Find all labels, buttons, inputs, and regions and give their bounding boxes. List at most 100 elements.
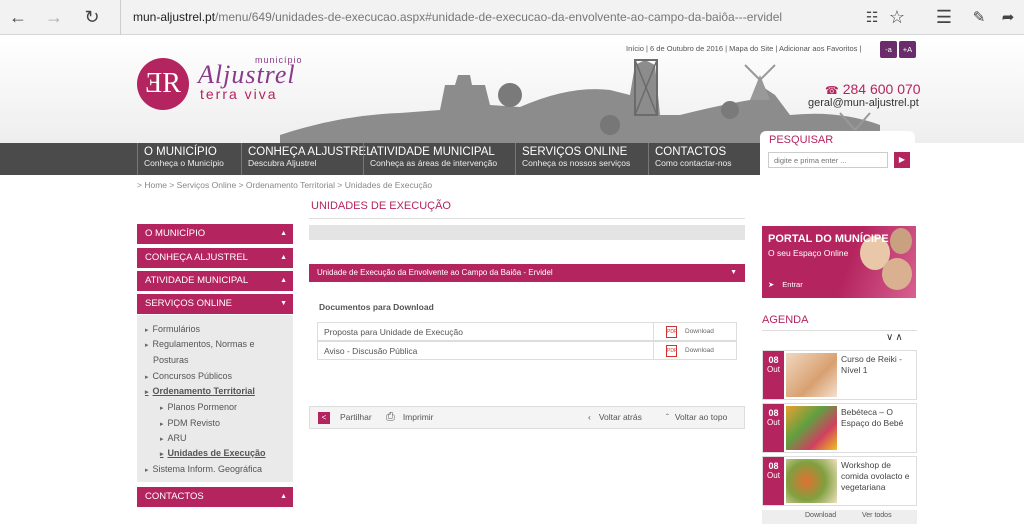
agenda-event[interactable]: 08 Out Workshop de comida ovolacto e vege…	[762, 456, 917, 506]
sidebar-link-aru[interactable]: ▸ ARU	[160, 433, 187, 443]
nav-item-municipio[interactable]: O MUNICÍPIO Conheça o Município	[137, 143, 240, 175]
sidebar-item-servicos[interactable]: SERVIÇOS ONLINE ▼	[137, 294, 293, 314]
back-label: Voltar atrás	[598, 412, 642, 422]
nav-item-servicos[interactable]: SERVIÇOS ONLINE Conheça os nossos serviço…	[515, 143, 647, 175]
back-arrow-icon[interactable]: ←	[6, 6, 30, 28]
agenda-divider	[762, 330, 917, 331]
forward-arrow-icon[interactable]: →	[42, 6, 66, 28]
sidebar-link-pdm[interactable]: ▸ PDM Revisto	[160, 418, 220, 428]
logo-tagline: terra viva	[200, 86, 278, 102]
printer-icon: ⎙	[386, 411, 395, 423]
refresh-icon[interactable]: ↻	[80, 6, 104, 28]
event-title: Workshop de comida ovolacto e vegetarian…	[841, 460, 910, 492]
nav-title: CONTACTOS	[655, 146, 727, 158]
agenda-download-link[interactable]: Download	[805, 512, 836, 519]
event-date: 08 Out	[763, 404, 784, 452]
nav-subtitle: Conheça as áreas de intervenção	[370, 158, 498, 168]
sidebar-link-unidades[interactable]: ▸ Unidades de Execução	[160, 448, 266, 458]
reading-view-icon[interactable]: ☷	[860, 6, 884, 28]
chevron-down-icon[interactable]: ∨	[886, 332, 895, 343]
sidebar-item-label: CONHEÇA ALJUSTREL	[145, 252, 248, 263]
print-label: Imprimir	[402, 412, 434, 422]
decrease-font-button[interactable]: -a	[880, 41, 897, 58]
agenda-see-all-link[interactable]: Ver todos	[862, 512, 892, 519]
phone-contact: ☎ 284 600 070	[825, 81, 921, 97]
download-label: Download	[685, 328, 714, 335]
search-title: PESQUISAR	[769, 134, 834, 146]
document-name[interactable]: Proposta para Unidade de Execução	[324, 327, 463, 337]
event-day: 08	[768, 461, 779, 471]
document-name[interactable]: Aviso - Discusão Pública	[324, 346, 417, 356]
portal-subtitle: O seu Espaço Online	[768, 248, 849, 258]
portal-munícipe-banner[interactable]: PORTAL DO MUNÍCIPE O seu Espaço Online ➤…	[762, 226, 916, 298]
bullet-icon: ▸	[145, 374, 149, 381]
documents-heading: Documentos para Download	[319, 302, 434, 312]
breadcrumb[interactable]: > Home > Serviços Online > Ordenamento T…	[137, 180, 432, 190]
portal-enter[interactable]: ➤ Entrar	[768, 280, 803, 289]
increase-font-button[interactable]: +A	[899, 41, 916, 58]
download-label: Download	[685, 347, 714, 354]
sidebar-item-atividade[interactable]: ATIVIDADE MUNICIPAL ▲	[137, 271, 293, 291]
sidebar-link-label: Unidades de Execução	[167, 448, 266, 458]
title-divider	[309, 218, 745, 219]
share-label: Partilhar	[340, 412, 372, 422]
sidebar-item-label: ATIVIDADE MUNICIPAL	[145, 275, 249, 286]
search-submit-icon[interactable]: ▶	[894, 152, 910, 168]
share-button[interactable]: < Partilhar	[318, 407, 372, 428]
nav-title: SERVIÇOS ONLINE	[522, 146, 628, 158]
download-link[interactable]: PDF Download	[653, 323, 738, 340]
agenda-nav: ∨∧	[886, 332, 905, 343]
event-date: 08 Out	[763, 351, 784, 399]
event-title: Bebéteca – O Espaço do Bebé	[841, 407, 904, 428]
sidebar-item-conheca[interactable]: CONHEÇA ALJUSTREL ▲	[137, 248, 293, 268]
back-to-top-button[interactable]: ˆ Voltar ao topo	[666, 407, 727, 428]
portal-enter-label: Entrar	[782, 280, 803, 289]
chevron-up-icon[interactable]: ∧	[895, 332, 904, 343]
bullet-icon: ▸	[160, 451, 164, 458]
sidebar-link-sig[interactable]: ▸ Sistema Inform. Geográfica	[145, 464, 262, 474]
sidebar-link-label: Regulamentos, Normas e	[152, 339, 255, 349]
back-button[interactable]: ‹ Voltar atrás	[588, 407, 642, 428]
document-row: Proposta para Unidade de Execução PDF Dow…	[317, 322, 737, 341]
content-bar	[309, 225, 745, 240]
sidebar-link-regulamentos[interactable]: ▸ Regulamentos, Normas e	[145, 339, 255, 349]
logo-emblem-icon[interactable]: ƎR	[137, 58, 189, 110]
agenda-event[interactable]: 08 Out Bebéteca – O Espaço do Bebé	[762, 403, 917, 453]
nav-item-contactos[interactable]: CONTACTOS Como contactar-nos	[648, 143, 758, 175]
top-utility-links[interactable]: Início | 6 de Outubro de 2016 | Mapa do …	[626, 44, 861, 53]
web-note-icon[interactable]: ✎	[967, 6, 991, 28]
address-bar[interactable]: mun-aljustrel.pt/menu/649/unidades-de-ex…	[120, 0, 840, 35]
sidebar-item-contactos[interactable]: CONTACTOS ▲	[137, 487, 293, 507]
share-icon: <	[318, 412, 330, 424]
sidebar-link-planos[interactable]: ▸ Planos Pormenor	[160, 402, 237, 412]
nav-item-conheca[interactable]: CONHEÇA ALJUSTREL Descubra Aljustrel	[241, 143, 373, 175]
phone-icon: ☎	[825, 85, 839, 97]
sidebar-item-municipio[interactable]: O MUNICÍPIO ▲	[137, 224, 293, 244]
sidebar-link-ordenamento[interactable]: ▸ Ordenamento Territorial	[145, 386, 255, 396]
agenda-footer: Download Ver todos	[762, 510, 917, 524]
sidebar-link-concursos[interactable]: ▸ Concursos Públicos	[145, 371, 232, 381]
email-contact[interactable]: geral@mun-aljustrel.pt	[808, 97, 919, 109]
pdf-icon: PDF	[666, 345, 677, 357]
nav-title: ATIVIDADE MUNICIPAL	[370, 146, 495, 158]
sidebar-item-label: CONTACTOS	[145, 491, 204, 502]
page-actions-bar: < Partilhar ⎙ Imprimir ‹ Voltar atrás ˆ Volt…	[309, 406, 745, 429]
hub-menu-icon[interactable]: ☰	[932, 6, 956, 28]
sidebar-link-label: Formulários	[152, 324, 201, 334]
print-button[interactable]: ⎙ Imprimir	[386, 407, 434, 428]
sidebar-link-formularios[interactable]: ▸ Formulários	[145, 324, 200, 334]
arrow-right-icon: ➤	[768, 280, 775, 289]
phone-number: 284 600 070	[842, 81, 921, 97]
agenda-event[interactable]: 08 Out Curso de Reiki - Nível 1	[762, 350, 917, 400]
bullet-icon: ▸	[145, 467, 149, 474]
chevron-up-icon: ▲	[280, 277, 287, 284]
chevron-up-icon: ▲	[280, 230, 287, 237]
sidebar-item-label: SERVIÇOS ONLINE	[145, 298, 232, 309]
accordion-header[interactable]: Unidade de Execução da Envolvente ao Cam…	[309, 264, 745, 282]
nav-item-atividade[interactable]: ATIVIDADE MUNICIPAL Conheça as áreas de i…	[363, 143, 514, 175]
sidebar-link-regulamentos-cont[interactable]: Posturas	[153, 355, 189, 365]
share-icon[interactable]: ➦	[996, 6, 1020, 28]
favorite-star-icon[interactable]: ☆	[885, 6, 909, 28]
download-link[interactable]: PDF Download	[653, 342, 738, 359]
search-input[interactable]	[768, 152, 888, 168]
